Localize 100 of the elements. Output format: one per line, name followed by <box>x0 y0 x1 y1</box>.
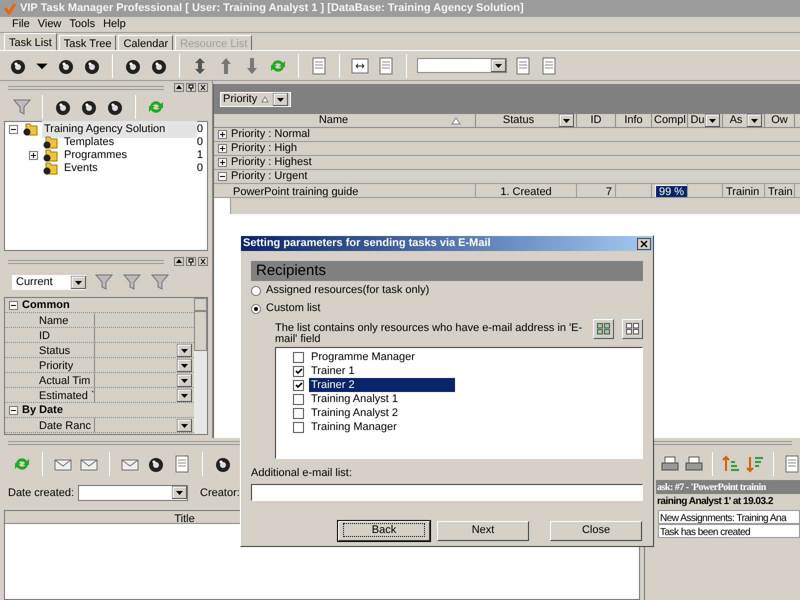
property-label: Estimated ` <box>5 388 95 402</box>
history-header: ask: #7 - 'PowerPoint trainin <box>656 480 800 494</box>
column-header[interactable]: ID <box>579 112 613 129</box>
option-label[interactable]: Assigned resources(for task only) <box>266 282 430 299</box>
column-header[interactable]: Status <box>478 112 559 129</box>
property-label: Actual Tim <box>5 373 95 387</box>
dropdown-button[interactable] <box>177 374 192 386</box>
column-header[interactable]: Compl <box>654 112 686 129</box>
table-cell: PowerPoint training guide <box>230 184 476 197</box>
dialog-button[interactable]: Back <box>338 520 430 540</box>
item-count: 1 <box>196 148 204 163</box>
dropdown-button[interactable] <box>491 59 506 72</box>
dropdown-button[interactable] <box>705 114 720 127</box>
expand-box[interactable] <box>218 130 227 139</box>
menu-item[interactable]: Help <box>103 16 126 33</box>
property-label: Date Ranc <box>5 418 95 432</box>
dropdown-button[interactable] <box>747 114 762 127</box>
field-label: Date created: <box>8 486 74 501</box>
select-all-button[interactable] <box>593 319 614 339</box>
column-header[interactable]: As <box>725 112 747 129</box>
tab[interactable]: Task List <box>4 33 57 50</box>
column-width-icon[interactable] <box>350 56 370 76</box>
expand-box[interactable] <box>218 158 227 167</box>
collapse-box[interactable] <box>218 172 227 181</box>
dropdown-button[interactable] <box>71 276 86 288</box>
clear-all-button[interactable] <box>622 319 643 339</box>
date-field[interactable] <box>78 485 188 501</box>
dropdown-button[interactable] <box>273 92 288 106</box>
menu-item[interactable]: File <box>12 16 30 33</box>
section-heading: Recipients <box>251 261 643 281</box>
email-input[interactable] <box>251 484 643 500</box>
view-dropdown[interactable]: Current <box>12 274 86 290</box>
resource-item[interactable]: Training Manager <box>309 420 397 434</box>
funnel-icon[interactable] <box>122 272 142 292</box>
dropdown-button[interactable] <box>172 486 188 499</box>
collapse-box[interactable] <box>9 300 18 310</box>
radio-button[interactable] <box>251 286 261 296</box>
history-subheader: raining Analyst 1' at 19.03.2 <box>656 495 774 509</box>
resource-item[interactable]: Trainer 1 <box>309 364 355 378</box>
dropdown-button[interactable] <box>559 114 574 127</box>
funnel-icon[interactable] <box>12 97 32 117</box>
dialog-button[interactable]: Close <box>550 520 642 540</box>
radio-button[interactable] <box>251 304 261 314</box>
resource-item[interactable]: Training Analyst 1 <box>309 392 398 406</box>
resource-item[interactable]: Trainer 2 <box>309 378 455 392</box>
resource-item[interactable]: Training Analyst 2 <box>309 406 398 420</box>
up-arrow-icon[interactable] <box>174 83 184 92</box>
group-row[interactable]: Priority : Highest <box>231 154 312 171</box>
close-icon[interactable] <box>198 257 208 266</box>
column-header[interactable]: Ow <box>767 112 792 129</box>
option-label[interactable]: Custom list <box>266 300 320 317</box>
sort-ascending-icon[interactable] <box>721 454 741 474</box>
close-button[interactable] <box>637 238 651 250</box>
field-label: Creator: <box>200 486 240 501</box>
expand-box[interactable] <box>29 151 38 160</box>
scrollbar[interactable] <box>194 298 207 434</box>
collapse-box[interactable] <box>9 125 18 134</box>
property-label: Name <box>5 313 95 327</box>
dropdown-button[interactable] <box>177 418 192 432</box>
checkbox[interactable] <box>293 380 304 390</box>
grid-icon <box>597 323 610 335</box>
column-header[interactable]: Info <box>618 112 649 129</box>
group-row[interactable]: Priority : Normal <box>231 126 310 143</box>
column-header[interactable]: Name <box>216 112 451 129</box>
dialog-button[interactable]: Next <box>437 520 529 540</box>
pin-icon[interactable] <box>186 257 196 266</box>
checkbox[interactable] <box>293 352 304 362</box>
checkbox[interactable] <box>293 394 304 404</box>
app-icon <box>4 2 16 14</box>
funnel-icon[interactable] <box>94 272 114 292</box>
table-cell: 99 % <box>652 184 688 197</box>
group-row[interactable]: Priority : Urgent <box>231 168 308 185</box>
sort-descending-icon[interactable] <box>745 454 765 474</box>
collapse-box[interactable] <box>9 406 18 414</box>
folder-icon <box>42 136 58 149</box>
sort-arrow-icon <box>261 96 270 102</box>
tab[interactable]: Task Tree <box>58 35 116 50</box>
dropdown-button[interactable] <box>177 344 192 356</box>
group-row[interactable]: Priority : High <box>231 140 298 157</box>
window-title: VIP Task Manager Professional [ User: Training Analyst 1 ] [DataBase: Training Agency Solution] <box>20 1 524 16</box>
checkbox[interactable] <box>293 422 304 432</box>
folder-icon <box>42 162 58 175</box>
dropdown-button[interactable] <box>177 388 192 402</box>
funnel-icon[interactable] <box>150 272 170 292</box>
history-entry: New Assignments: Training Ana <box>658 510 800 524</box>
expand-box[interactable] <box>218 144 227 153</box>
property-label: ID <box>5 328 95 342</box>
filter-dropdown[interactable] <box>417 58 507 73</box>
pin-icon[interactable] <box>186 83 196 92</box>
checkbox[interactable] <box>293 366 304 376</box>
dropdown-button[interactable] <box>177 358 192 372</box>
menu-item[interactable]: View <box>38 16 62 33</box>
tree-item[interactable]: Training Agency Solution <box>42 121 197 138</box>
menu-item[interactable]: Tools <box>69 16 96 33</box>
up-arrow-icon[interactable] <box>174 257 184 266</box>
group-by-chip[interactable]: Priority <box>220 92 292 106</box>
close-icon[interactable] <box>198 83 208 92</box>
resource-item[interactable]: Programme Manager <box>309 350 415 364</box>
tab[interactable]: Calendar <box>118 35 174 50</box>
checkbox[interactable] <box>293 408 304 418</box>
